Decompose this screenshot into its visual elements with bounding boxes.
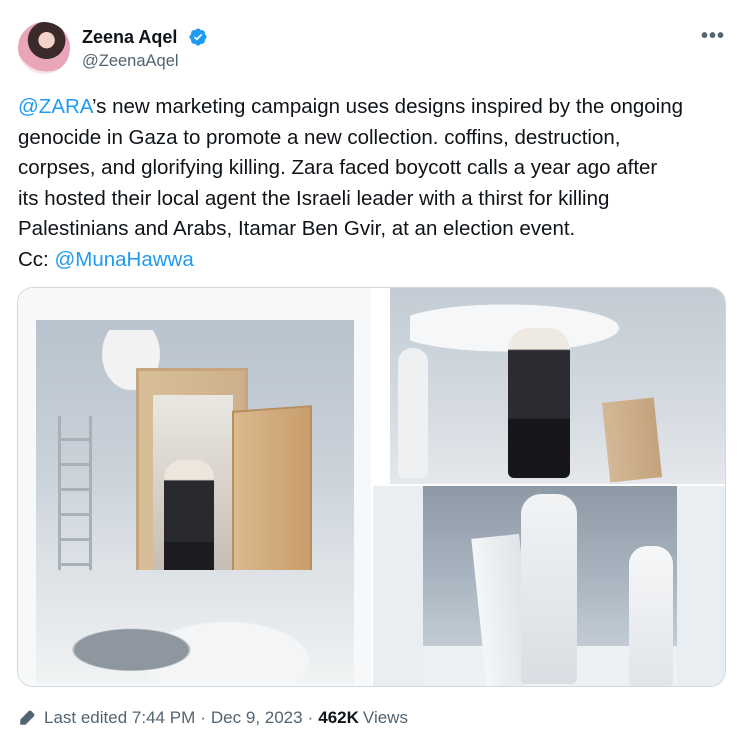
board-shape xyxy=(601,397,663,483)
more-options-button[interactable]: ••• xyxy=(701,26,725,46)
author-name[interactable]: Zeena Aqel xyxy=(82,26,177,48)
views-label: Views xyxy=(362,708,408,727)
mention-link-munahawwa[interactable]: @MunaHawwa xyxy=(54,248,193,271)
media-photo-top-right[interactable] xyxy=(390,288,725,484)
verified-badge-icon xyxy=(189,28,207,46)
white-mannequin-shape xyxy=(521,494,577,684)
separator: · xyxy=(307,708,314,727)
media-grid xyxy=(17,287,726,687)
model-figure-shape xyxy=(508,328,570,478)
tweet-line: Palestinians and Arabs, Itamar Ben Gvir,… xyxy=(18,217,576,240)
tweet-time[interactable]: 7:44 PM xyxy=(132,708,195,728)
pencil-edit-icon xyxy=(20,710,35,725)
mention-link-zara[interactable]: @ZARA xyxy=(18,95,92,118)
statue-shape xyxy=(629,546,673,686)
tweet-line: Cc: @MunaHawwa xyxy=(18,247,194,271)
tweet-text: @ZARA’s new marketing campaign uses desi… xyxy=(18,92,730,275)
avatar[interactable] xyxy=(18,22,70,74)
tweet-footer: Last edited 7:44 PM · Dec 9, 2023 · 462K… xyxy=(18,706,408,730)
tweet-line: genocide in Gaza to promote a new collec… xyxy=(18,125,621,149)
wrapped-debris-shape xyxy=(36,570,354,684)
author-handle[interactable]: @ZeenaAqel xyxy=(82,50,179,72)
mannequin-shape xyxy=(398,348,428,478)
views-count: 462K xyxy=(318,708,359,727)
tweet-line: corpses, and glorifying killing. Zara fa… xyxy=(18,156,658,179)
campaign-photo-coffin-scene xyxy=(36,320,354,684)
campaign-photo-statues xyxy=(423,486,677,686)
separator: · xyxy=(200,708,206,727)
edited-link[interactable]: Last edited xyxy=(44,708,127,728)
media-photo-left[interactable] xyxy=(18,288,371,686)
tweet-line: its hosted their local agent the Israeli… xyxy=(18,186,610,210)
tweet-date[interactable]: Dec 9, 2023 xyxy=(211,708,303,728)
tweet-line: @ZARA’s new marketing campaign uses desi… xyxy=(18,95,684,118)
media-photo-bottom-right[interactable] xyxy=(373,486,725,686)
